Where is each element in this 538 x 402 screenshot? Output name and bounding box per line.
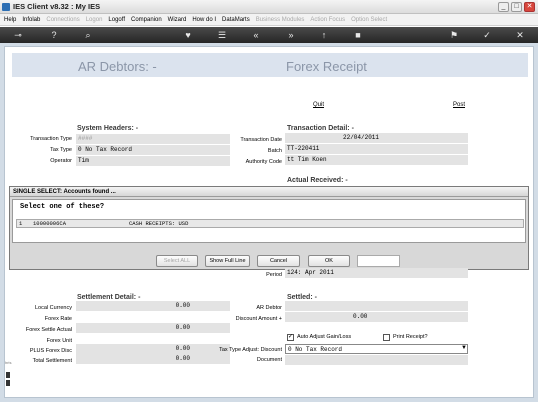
- authority-code-label: Authority Code: [245, 159, 282, 165]
- menu-business-modules: Business Modules: [255, 16, 305, 23]
- window-title: IES Client v8.32 : My IES: [13, 2, 101, 11]
- menu-bar: Help Infolab Connections Logon Logoff Co…: [0, 14, 538, 26]
- auto-adjust-label: Auto Adjust Gain/Loss: [297, 334, 352, 340]
- tax-adjust-dropdown[interactable]: 0 No Tax Record: [285, 344, 468, 354]
- quit-link[interactable]: Quit: [313, 102, 324, 108]
- row-index: 1: [19, 220, 23, 227]
- cancel-button[interactable]: Cancel: [257, 255, 300, 267]
- transaction-date-label: Transaction Date: [240, 137, 282, 143]
- menu-infolab[interactable]: Infolab: [22, 17, 40, 23]
- transaction-date-field[interactable]: 22/04/2011: [285, 133, 468, 143]
- post-link[interactable]: Post: [453, 102, 465, 108]
- row-description: CASH RECEIPTS: USD: [129, 220, 189, 227]
- menu-how-do-i[interactable]: How do I: [192, 17, 216, 23]
- ok-button[interactable]: OK: [308, 255, 350, 267]
- actual-received-heading: Actual Received: -: [287, 177, 348, 184]
- plus-forex-disc-label: PLUS Forex Disc: [29, 348, 72, 354]
- menu-companion[interactable]: Companion: [131, 17, 162, 23]
- system-headers-heading: System Headers: -: [77, 125, 139, 132]
- tax-adjust-label: Tax Type Adjust: Discount: [219, 347, 282, 353]
- total-settlement-label: Total Settlement: [32, 358, 72, 364]
- dialog-title: SINGLE SELECT: Accounts found ...: [10, 187, 528, 197]
- transaction-type-label: Transaction Type: [30, 136, 72, 142]
- document-field[interactable]: [285, 355, 468, 365]
- ar-debtor-label: AR Debtor: [256, 305, 282, 311]
- local-currency-label: Local Currency: [35, 305, 72, 311]
- menu-connections: Connections: [46, 16, 80, 23]
- left-rail: hris: [5, 360, 11, 388]
- heart-icon[interactable]: ♥: [182, 29, 194, 41]
- key-icon[interactable]: ⊸: [12, 29, 24, 41]
- menu-datamarts[interactable]: DataMarts: [222, 17, 250, 23]
- forex-settle-label: Forex Settle Actual: [25, 327, 72, 333]
- minimize-button[interactable]: _: [498, 2, 509, 12]
- operator-label: Operator: [50, 158, 72, 164]
- forex-unit-label: Forex Unit: [46, 338, 72, 344]
- close-window-button[interactable]: ✕: [524, 2, 535, 12]
- rail-marker: [6, 380, 10, 386]
- print-receipt-label: Print Receipt?: [393, 334, 428, 340]
- menu-help[interactable]: Help: [4, 17, 16, 23]
- checkmark-icon: ✓: [288, 334, 294, 340]
- stop-icon[interactable]: ■: [352, 29, 364, 41]
- ar-debtor-field[interactable]: [285, 301, 468, 311]
- search-icon[interactable]: ⌕: [82, 29, 94, 41]
- menu-option-select: Option Select: [351, 16, 388, 23]
- batch-label: Batch: [267, 148, 282, 154]
- chevron-down-icon[interactable]: ▼: [460, 344, 468, 353]
- rail-text: hris: [5, 360, 12, 365]
- discount-amount-label: Discount Amount +: [235, 316, 282, 322]
- period-field[interactable]: 124: Apr 2011: [285, 268, 468, 278]
- first-record-icon[interactable]: «: [250, 29, 262, 41]
- menu-logon: Logon: [85, 16, 103, 23]
- dialog-prompt: Select one of these?: [20, 203, 105, 211]
- settled-heading: Settled: -: [287, 294, 317, 301]
- discount-amount-field[interactable]: 0.00: [285, 312, 468, 322]
- batch-field[interactable]: TT-220411: [285, 144, 468, 154]
- auto-adjust-checkbox[interactable]: ✓: [287, 334, 294, 341]
- menu-logoff[interactable]: Logoff: [108, 17, 125, 23]
- settlement-detail-heading: Settlement Detail: -: [77, 294, 141, 301]
- print-receipt-checkbox[interactable]: [383, 334, 390, 341]
- forex-settle-field[interactable]: 0.00: [76, 323, 230, 333]
- show-full-line-button[interactable]: Show Full Line: [205, 255, 250, 267]
- ok-icon[interactable]: ✓: [481, 29, 493, 41]
- tax-type-label: Tax Type: [50, 147, 72, 153]
- document-label: Document: [256, 357, 282, 363]
- select-all-button: Select ALL: [156, 255, 198, 267]
- toolbar: ⊸ ? ⌕ ♥ ☰ « » ↑ ■ ⚑ ✓ ✕: [0, 27, 538, 43]
- flag-icon[interactable]: ⚑: [448, 29, 460, 41]
- close-icon[interactable]: ✕: [514, 29, 526, 41]
- dialog-input[interactable]: [357, 255, 400, 267]
- rail-marker: [6, 372, 10, 378]
- forex-rate-label: Forex Rate: [44, 316, 72, 322]
- app-icon: [2, 3, 10, 11]
- menu-action-focus: Action Focus: [310, 16, 346, 23]
- account-list-row[interactable]: 1 10000006CA CASH RECEIPTS: USD: [16, 219, 524, 228]
- menu-icon[interactable]: ☰: [216, 29, 228, 41]
- next-record-icon[interactable]: »: [285, 29, 297, 41]
- transaction-detail-heading: Transaction Detail: -: [287, 125, 354, 132]
- forex-unit-field[interactable]: [76, 334, 230, 344]
- module-title: AR Debtors: -: [78, 59, 157, 74]
- help-icon[interactable]: ?: [48, 29, 60, 41]
- row-account: 10000006CA: [33, 220, 67, 227]
- up-icon[interactable]: ↑: [318, 29, 330, 41]
- menu-wizard[interactable]: Wizard: [168, 17, 187, 23]
- authority-code-field[interactable]: tt Tim Koen: [285, 155, 468, 165]
- period-label: Period: [266, 272, 282, 278]
- maximize-button[interactable]: □: [511, 2, 522, 12]
- screen-title: Forex Receipt: [286, 59, 367, 74]
